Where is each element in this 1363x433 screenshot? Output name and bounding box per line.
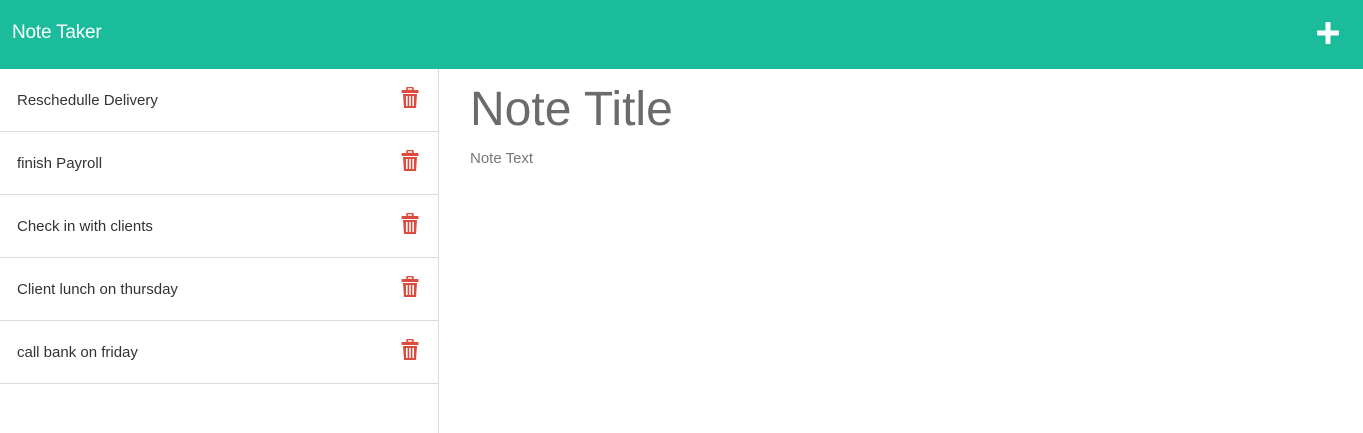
note-list-item[interactable]: Reschedulle Delivery — [0, 69, 438, 132]
note-item-title: Reschedulle Delivery — [17, 92, 158, 109]
delete-note-button[interactable] — [401, 87, 419, 109]
trash-icon — [401, 150, 419, 171]
new-note-button[interactable] — [1315, 20, 1341, 46]
navbar: Note Taker — [0, 0, 1363, 69]
note-list-item[interactable]: Client lunch on thursday — [0, 258, 438, 321]
app-brand[interactable]: Note Taker — [12, 21, 102, 45]
delete-note-button[interactable] — [401, 150, 419, 172]
note-list: Reschedulle Delivery finish Payroll Chec… — [0, 69, 438, 384]
note-list-sidebar: Reschedulle Delivery finish Payroll Chec… — [0, 69, 439, 433]
trash-icon — [401, 276, 419, 297]
delete-note-button[interactable] — [401, 339, 419, 361]
note-list-item[interactable]: Check in with clients — [0, 195, 438, 258]
note-editor — [439, 69, 1363, 433]
note-title-input[interactable] — [469, 79, 1330, 139]
note-text-input[interactable] — [469, 149, 1330, 409]
plus-icon — [1317, 22, 1339, 44]
note-list-item[interactable]: finish Payroll — [0, 132, 438, 195]
note-item-title: call bank on friday — [17, 344, 138, 361]
note-list-item[interactable]: call bank on friday — [0, 321, 438, 384]
delete-note-button[interactable] — [401, 276, 419, 298]
delete-note-button[interactable] — [401, 213, 419, 235]
note-item-title: Check in with clients — [17, 218, 153, 235]
trash-icon — [401, 87, 419, 108]
note-item-title: finish Payroll — [17, 155, 103, 172]
trash-icon — [401, 213, 419, 234]
note-item-title: Client lunch on thursday — [17, 281, 178, 298]
trash-icon — [401, 339, 419, 360]
